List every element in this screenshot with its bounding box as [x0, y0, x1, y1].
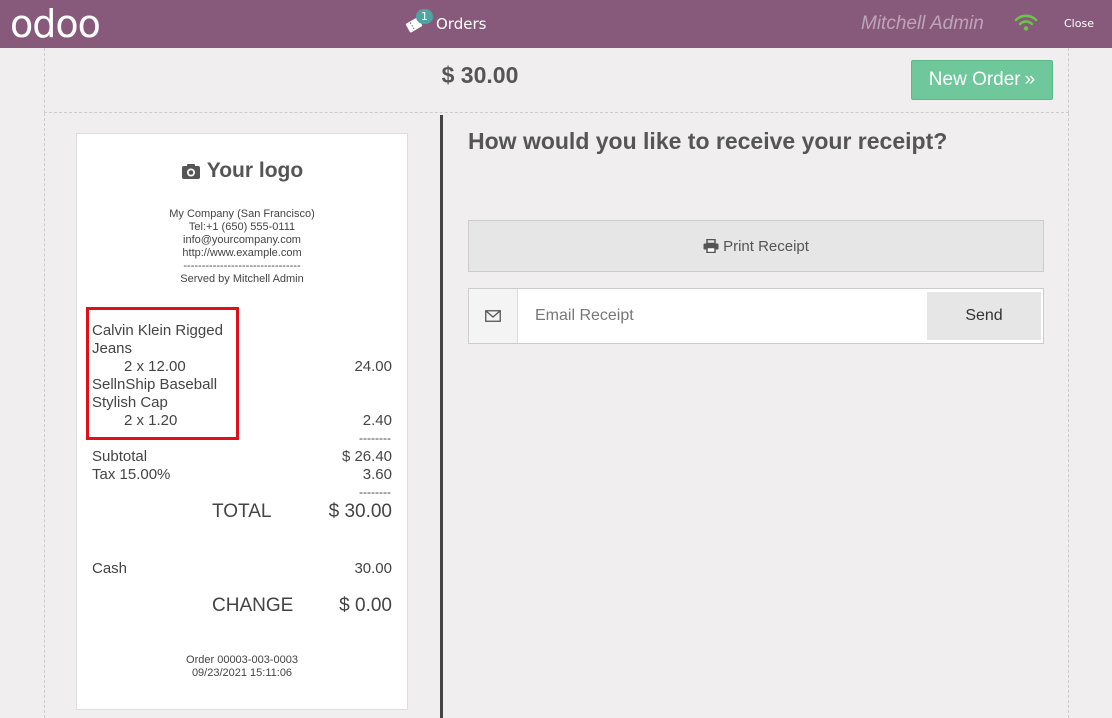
printer-icon: [703, 239, 719, 253]
close-button[interactable]: Close: [1064, 17, 1094, 30]
total-value: $ 30.00: [328, 501, 392, 522]
order-total: $ 30.00: [441, 62, 519, 88]
tax-value: 3.60: [362, 466, 392, 483]
order-lines-highlight: [86, 307, 239, 440]
email-receipt-input[interactable]: [519, 289, 925, 343]
envelope-icon: [469, 289, 518, 343]
print-receipt-button[interactable]: Print Receipt: [468, 220, 1044, 272]
odoo-logo: odoo: [10, 2, 101, 46]
company-name: My Company (San Francisco): [169, 208, 315, 220]
company-info: My Company (San Francisco) Tel:+1 (650) …: [77, 208, 407, 286]
cash-row: Cash 30.00: [92, 560, 392, 578]
receipt-logo-text: Your logo: [206, 159, 304, 182]
orders-count-badge: 1: [416, 9, 433, 24]
served-by: Served by Mitchell Admin: [180, 273, 304, 285]
double-chevron-right-icon: »: [1024, 69, 1036, 90]
orders-button[interactable]: 1 Orders: [404, 9, 487, 38]
order-info: Order 00003-003-0003 09/23/2021 15:11:06: [77, 654, 407, 680]
ticket-icon: 1: [404, 9, 433, 35]
subtotal-row: Subtotal $ 26.40: [92, 448, 392, 466]
separator-line: --------: [359, 431, 391, 445]
tax-label: Tax 15.00%: [92, 466, 171, 483]
total-label: TOTAL: [212, 501, 272, 522]
receipt-question: How would you like to receive your recei…: [468, 128, 948, 154]
email-receipt-group: Send: [468, 288, 1044, 344]
cashier-name[interactable]: Mitchell Admin: [861, 13, 984, 35]
subtotal-value: $ 26.40: [341, 448, 392, 465]
panel-divider: [440, 115, 443, 718]
line-amount: 2.40: [362, 412, 392, 429]
orders-label: Orders: [436, 15, 487, 33]
company-website: http://www.example.com: [182, 247, 302, 259]
new-order-label: New Order: [928, 69, 1021, 90]
line-amount: 24.00: [354, 358, 392, 375]
separator-line: --------: [359, 485, 391, 499]
company-email: info@yourcompany.com: [183, 234, 301, 246]
order-reference: Order 00003-003-0003: [186, 654, 298, 666]
top-bar: odoo 1 Orders Mitchell Admin Close: [0, 0, 1112, 48]
change-value: $ 0.00: [339, 595, 392, 616]
wifi-icon: [1014, 14, 1038, 32]
order-date: 09/23/2021 15:11:06: [191, 667, 293, 679]
cash-label: Cash: [92, 560, 128, 577]
cash-value: 30.00: [354, 560, 392, 577]
payment-header: $ 30.00 New Order »: [44, 48, 1069, 113]
print-receipt-label: Print Receipt: [723, 237, 809, 255]
tax-row: Tax 15.00% 3.60: [92, 466, 392, 484]
receipt-logo: Your logo: [177, 154, 307, 188]
company-phone: Tel:+1 (650) 555-0111: [188, 221, 296, 233]
new-order-button[interactable]: New Order »: [911, 60, 1053, 100]
send-button[interactable]: Send: [927, 292, 1041, 340]
camera-icon: [181, 164, 200, 179]
company-separator: --------------------------------: [183, 260, 301, 272]
change-label: CHANGE: [212, 595, 294, 616]
